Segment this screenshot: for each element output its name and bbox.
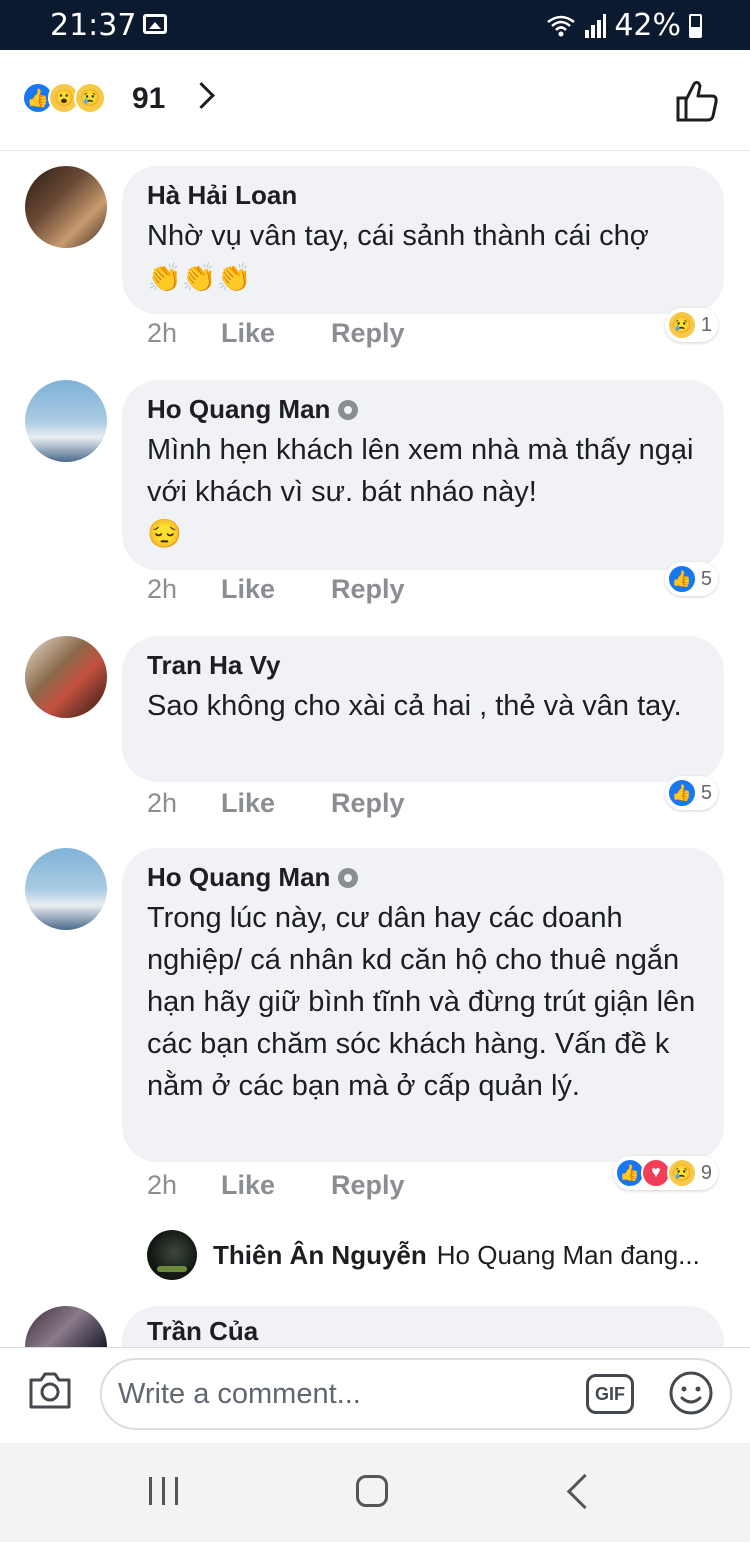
- comment-bubble[interactable]: Ho Quang Man Mình hẹn khách lên xem nhà …: [122, 380, 724, 570]
- comment-author[interactable]: Trần Của: [147, 1316, 699, 1347]
- comment-bubble[interactable]: Ho Quang Man Trong lúc này, cư dân hay c…: [122, 848, 724, 1162]
- reactions-header: 👍 😮 😢 91: [0, 50, 750, 151]
- comment-bubble[interactable]: Tran Ha Vy Sao không cho xài cả hai , th…: [122, 636, 724, 782]
- comment-time: 2h: [147, 788, 178, 818]
- comment-text: Mình hẹn khách lên xem nhà mà thấy ngại …: [147, 429, 699, 555]
- reply-button[interactable]: Reply: [331, 1170, 405, 1201]
- comment-placeholder: Write a comment...: [118, 1378, 361, 1410]
- comment-actions: 2h Like Reply: [147, 318, 461, 349]
- verified-shield-icon: [338, 867, 359, 888]
- comment-reaction-count: 5: [700, 781, 712, 804]
- gallery-notification-icon: [143, 14, 167, 34]
- reaction-summary[interactable]: 👍 😮 😢: [22, 82, 106, 114]
- pensive-emoji: 😔: [147, 518, 182, 549]
- avatar[interactable]: [25, 636, 107, 718]
- comment-text: Nhờ vụ vân tay, cái sảnh thành cái chợ 👏…: [147, 215, 699, 299]
- comment-bubble[interactable]: Hà Hải Loan Nhờ vụ vân tay, cái sảnh thà…: [122, 166, 724, 314]
- chevron-right-icon[interactable]: [188, 82, 215, 109]
- like-button[interactable]: Like: [221, 788, 275, 819]
- avatar[interactable]: [25, 380, 107, 462]
- clap-emoji: 👏👏👏: [147, 262, 252, 293]
- reply-button[interactable]: Reply: [331, 788, 405, 819]
- avatar[interactable]: [147, 1230, 197, 1280]
- like-reaction-icon: 👍: [666, 564, 697, 594]
- comment-reactions[interactable]: 👍 5: [664, 776, 718, 810]
- comment-text: Trong lúc này, cư dân hay các doanh nghi…: [147, 902, 704, 1102]
- avatar[interactable]: [25, 166, 107, 248]
- camera-icon[interactable]: [28, 1370, 72, 1410]
- system-nav-bar: [0, 1443, 750, 1542]
- gif-icon[interactable]: GIF: [586, 1374, 634, 1414]
- comment-reactions[interactable]: 😢 1: [664, 308, 718, 342]
- like-button[interactable]: Like: [221, 574, 275, 605]
- battery-percent: 42%: [614, 8, 681, 43]
- comment-text: Sao không cho xài cả hai , thẻ và vân ta…: [147, 690, 682, 722]
- comment-time: 2h: [147, 574, 178, 604]
- comment-author[interactable]: Ho Quang Man: [147, 394, 699, 425]
- comment-input[interactable]: Write a comment... GIF: [100, 1358, 732, 1430]
- comment-reaction-count: 5: [700, 567, 712, 590]
- comment-actions: 2h Like Reply: [147, 1170, 461, 1201]
- comment-reaction-count: 1: [700, 313, 712, 336]
- reply-snippet: Ho Quang Man đang...: [436, 1239, 700, 1270]
- sad-reaction-icon: 😢: [666, 310, 697, 340]
- back-icon[interactable]: [566, 1473, 603, 1510]
- like-button[interactable]: Like: [221, 318, 275, 349]
- comment-actions: 2h Like Reply: [147, 574, 461, 605]
- avatar[interactable]: [25, 1306, 107, 1347]
- comment-author[interactable]: Tran Ha Vy: [147, 650, 699, 681]
- verified-shield-icon: [338, 399, 359, 420]
- emoji-icon[interactable]: [668, 1370, 714, 1416]
- signal-icon: [585, 13, 607, 38]
- comment-author[interactable]: Hà Hải Loan: [147, 180, 699, 211]
- sad-reaction-icon: 😢: [666, 1158, 697, 1188]
- battery-icon: [689, 13, 702, 38]
- reply-button[interactable]: Reply: [331, 574, 405, 605]
- home-icon[interactable]: [356, 1475, 388, 1507]
- status-right: 42%: [546, 8, 702, 43]
- avatar[interactable]: [25, 848, 107, 930]
- comment-composer: Write a comment... GIF: [0, 1347, 750, 1444]
- comment-time: 2h: [147, 1170, 178, 1200]
- reaction-count[interactable]: 91: [132, 82, 165, 116]
- thumbs-up-icon[interactable]: [674, 78, 720, 124]
- comment-reaction-count: 9: [700, 1161, 712, 1184]
- wifi-icon: [547, 15, 576, 36]
- status-bar: 21:37 42%: [0, 0, 750, 50]
- reply-preview[interactable]: Thiên Ân Nguyễn Ho Quang Man đang...: [147, 1230, 700, 1280]
- like-button[interactable]: Like: [221, 1170, 275, 1201]
- comment-actions: 2h Like Reply: [147, 788, 461, 819]
- comments-sheet: 👍 😮 😢 91 Hà Hải Loan Nhờ vụ vân tay, cái…: [0, 50, 750, 1542]
- recent-apps-icon[interactable]: [147, 1475, 181, 1507]
- comment-reactions[interactable]: 👍 ♥ 😢 9: [612, 1156, 718, 1190]
- comment-reactions[interactable]: 👍 5: [664, 562, 718, 596]
- comment-bubble[interactable]: Trần Của: [122, 1306, 724, 1347]
- reply-button[interactable]: Reply: [331, 318, 405, 349]
- reply-author[interactable]: Thiên Ân Nguyễn: [213, 1240, 427, 1271]
- like-reaction-icon: 👍: [666, 778, 697, 808]
- comment-time: 2h: [147, 318, 178, 348]
- sad-reaction-icon: 😢: [74, 82, 106, 114]
- status-time: 21:37: [50, 8, 137, 43]
- comment-author[interactable]: Ho Quang Man: [147, 862, 699, 893]
